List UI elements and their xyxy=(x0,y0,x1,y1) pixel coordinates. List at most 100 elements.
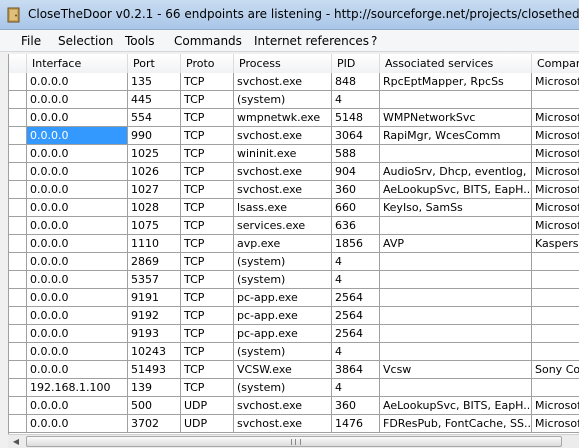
table-row[interactable]: 0.0.0.01075TCPservices.exe636 Microsoft C xyxy=(9,217,579,235)
cell-pid[interactable]: 4 xyxy=(332,343,380,361)
cell-process[interactable]: services.exe xyxy=(234,217,332,235)
table-row[interactable]: 0.0.0.01025TCPwininit.exe588 Microsoft C xyxy=(9,145,579,163)
cell-services[interactable] xyxy=(380,145,532,163)
cell-interface[interactable]: 0.0.0.0 xyxy=(27,73,128,91)
header-pid[interactable]: PID xyxy=(332,54,380,73)
cell-company[interactable] xyxy=(532,289,579,307)
cell-proto[interactable]: TCP xyxy=(181,163,234,181)
cell-interface[interactable]: 0.0.0.0 xyxy=(27,217,128,235)
cell-proto[interactable]: TCP xyxy=(181,145,234,163)
cell-interface[interactable]: 0.0.0.0 xyxy=(27,199,128,217)
cell-process[interactable]: (system) xyxy=(234,253,332,271)
table-row[interactable]: 0.0.0.0 990 TCP svchost.exe 3064 RapiMgr, Wce… xyxy=(9,127,579,145)
row-selector[interactable] xyxy=(9,217,27,235)
cell-company[interactable]: Microsoft C xyxy=(532,73,579,91)
header-company[interactable]: Company xyxy=(532,54,579,73)
cell-proto[interactable]: TCP xyxy=(181,271,234,289)
cell-proto[interactable]: TCP xyxy=(181,109,234,127)
cell-process[interactable]: svchost.exe xyxy=(234,397,332,415)
cell-interface[interactable]: 0.0.0.0 xyxy=(27,127,128,145)
row-selector[interactable] xyxy=(9,325,27,343)
cell-port[interactable]: 500 xyxy=(128,397,181,415)
cell-interface[interactable]: 0.0.0.0 xyxy=(27,325,128,343)
menu-internet-references[interactable]: Internet references xyxy=(254,34,369,48)
cell-interface[interactable]: 0.0.0.0 xyxy=(27,91,128,109)
cell-pid[interactable]: 588 xyxy=(332,145,380,163)
cell-process[interactable]: svchost.exe xyxy=(234,163,332,181)
cell-company[interactable]: Microsoft C xyxy=(532,127,579,145)
cell-company[interactable] xyxy=(532,253,579,271)
cell-process[interactable]: pc-app.exe xyxy=(234,307,332,325)
cell-services[interactable]: AudioSrv, Dhcp, eventlog, ... xyxy=(380,163,532,181)
cell-pid[interactable]: 1856 xyxy=(332,235,380,253)
cell-pid[interactable]: 2564 xyxy=(332,289,380,307)
menu-help[interactable]: ? xyxy=(371,34,377,48)
cell-port[interactable]: 554 xyxy=(128,109,181,127)
cell-pid[interactable]: 4 xyxy=(332,91,380,109)
cell-process[interactable]: wmpnetwk.exe xyxy=(234,109,332,127)
cell-process[interactable]: (system) xyxy=(234,271,332,289)
menu-file[interactable]: File xyxy=(21,34,41,48)
cell-process[interactable]: wininit.exe xyxy=(234,145,332,163)
cell-services[interactable]: WMPNetworkSvc xyxy=(380,109,532,127)
cell-process[interactable]: svchost.exe xyxy=(234,415,332,433)
cell-company[interactable] xyxy=(532,91,579,109)
cell-company[interactable]: Microsoft C xyxy=(532,415,579,433)
cell-process[interactable]: svchost.exe xyxy=(234,73,332,91)
cell-interface[interactable]: 0.0.0.0 xyxy=(27,235,128,253)
cell-interface[interactable]: 0.0.0.0 xyxy=(27,163,128,181)
cell-proto[interactable]: TCP xyxy=(181,199,234,217)
cell-process[interactable]: pc-app.exe xyxy=(234,325,332,343)
cell-services[interactable] xyxy=(380,289,532,307)
menu-commands[interactable]: Commands xyxy=(174,34,242,48)
cell-proto[interactable]: TCP xyxy=(181,91,234,109)
table-row[interactable]: 0.0.0.051493TCPVCSW.exe3864VcswSony Corp xyxy=(9,361,579,379)
row-selector[interactable] xyxy=(9,397,27,415)
cell-interface[interactable]: 0.0.0.0 xyxy=(27,343,128,361)
cell-interface[interactable]: 0.0.0.0 xyxy=(27,271,128,289)
scrollbar-thumb[interactable] xyxy=(26,436,562,447)
cell-company[interactable]: Microsoft C xyxy=(532,145,579,163)
header-row-selector[interactable] xyxy=(9,54,27,73)
table-row[interactable]: 0.0.0.0 9192 TCP pc-app.exe 2564 xyxy=(9,307,579,325)
cell-interface[interactable]: 0.0.0.0 xyxy=(27,361,128,379)
table-row[interactable]: 0.0.0.0 445 TCP (system) 4 xyxy=(9,91,579,109)
cell-pid[interactable]: 3864 xyxy=(332,361,380,379)
cell-proto[interactable]: TCP xyxy=(181,361,234,379)
endpoints-grid[interactable]: Interface Port Proto Process PID Associa… xyxy=(8,54,579,434)
cell-port[interactable]: 9191 xyxy=(128,289,181,307)
table-row[interactable]: 0.0.0.0 500 UDP svchost.exe 360 AeLookupSvc, … xyxy=(9,397,579,415)
cell-port[interactable]: 139 xyxy=(128,379,181,397)
cell-proto[interactable]: TCP xyxy=(181,307,234,325)
table-row[interactable]: 0.0.0.01110TCPavp.exe1856AVPKaspersky xyxy=(9,235,579,253)
table-row[interactable]: 0.0.0.0 1027 TCP svchost.exe 360 AeLookupSvc,… xyxy=(9,181,579,199)
cell-port[interactable]: 10243 xyxy=(128,343,181,361)
cell-port[interactable]: 2869 xyxy=(128,253,181,271)
cell-proto[interactable]: TCP xyxy=(181,325,234,343)
cell-company[interactable] xyxy=(532,307,579,325)
row-selector[interactable] xyxy=(9,91,27,109)
cell-process[interactable]: (system) xyxy=(234,343,332,361)
cell-services[interactable] xyxy=(380,307,532,325)
row-selector[interactable] xyxy=(9,271,27,289)
table-row[interactable]: 192.168.1.100 139 TCP (system) 4 xyxy=(9,379,579,397)
cell-proto[interactable]: TCP xyxy=(181,235,234,253)
horizontal-scrollbar[interactable]: ◀ xyxy=(8,434,579,448)
cell-pid[interactable]: 1476 xyxy=(332,415,380,433)
row-selector[interactable] xyxy=(9,361,27,379)
row-selector[interactable] xyxy=(9,199,27,217)
cell-company[interactable] xyxy=(532,271,579,289)
cell-pid[interactable]: 848 xyxy=(332,73,380,91)
cell-port[interactable]: 1027 xyxy=(128,181,181,199)
cell-company[interactable]: Sony Corp xyxy=(532,361,579,379)
cell-port[interactable]: 9192 xyxy=(128,307,181,325)
row-selector[interactable] xyxy=(9,235,27,253)
cell-port[interactable]: 990 xyxy=(128,127,181,145)
header-interface[interactable]: Interface xyxy=(27,54,128,73)
cell-pid[interactable]: 4 xyxy=(332,253,380,271)
menu-selection[interactable]: Selection xyxy=(58,34,113,48)
cell-pid[interactable]: 660 xyxy=(332,199,380,217)
cell-services[interactable]: Vcsw xyxy=(380,361,532,379)
cell-port[interactable]: 1110 xyxy=(128,235,181,253)
cell-proto[interactable]: TCP xyxy=(181,127,234,145)
